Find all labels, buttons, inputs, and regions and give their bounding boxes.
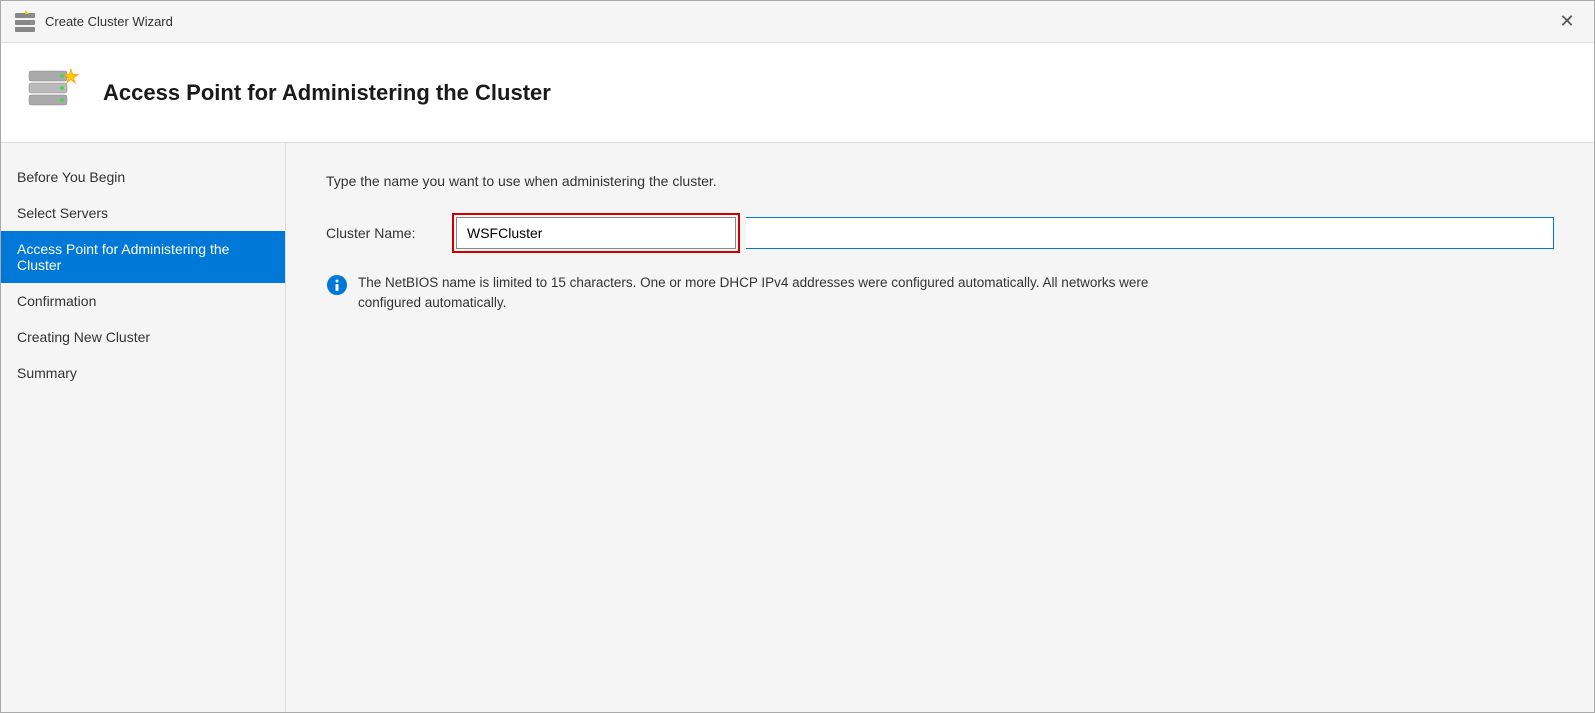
cluster-name-input-wrapper: [456, 217, 736, 249]
cluster-name-input[interactable]: [456, 217, 736, 249]
form-row: Cluster Name:: [326, 217, 1554, 249]
dialog-icon: [13, 10, 37, 34]
info-icon: [326, 274, 348, 296]
cluster-name-extended-input[interactable]: [746, 217, 1554, 249]
close-button[interactable]: ✕: [1552, 7, 1582, 37]
main-content: Type the name you want to use when admin…: [286, 143, 1594, 712]
info-box: The NetBIOS name is limited to 15 charac…: [326, 273, 1176, 314]
instruction-text: Type the name you want to use when admin…: [326, 173, 1554, 189]
sidebar-item-confirmation[interactable]: Confirmation: [1, 283, 285, 319]
dialog: Create Cluster Wizard ✕ Access Point for…: [0, 0, 1595, 713]
dialog-title: Create Cluster Wizard: [45, 14, 173, 29]
sidebar-item-before-you-begin[interactable]: Before You Begin: [1, 159, 285, 195]
sidebar-item-summary[interactable]: Summary: [1, 355, 285, 391]
title-bar-left: Create Cluster Wizard: [13, 10, 173, 34]
content-area: Before You Begin Select Servers Access P…: [1, 143, 1594, 712]
sidebar-item-access-point[interactable]: Access Point for Administering the Clust…: [1, 231, 285, 283]
title-bar: Create Cluster Wizard ✕: [1, 1, 1594, 43]
sidebar: Before You Begin Select Servers Access P…: [1, 143, 286, 712]
cluster-name-label: Cluster Name:: [326, 225, 446, 241]
page-title: Access Point for Administering the Clust…: [103, 80, 551, 106]
info-text: The NetBIOS name is limited to 15 charac…: [358, 273, 1176, 314]
header-section: Access Point for Administering the Clust…: [1, 43, 1594, 143]
sidebar-item-select-servers[interactable]: Select Servers: [1, 195, 285, 231]
wizard-icon: [25, 63, 85, 123]
sidebar-item-creating-new-cluster[interactable]: Creating New Cluster: [1, 319, 285, 355]
